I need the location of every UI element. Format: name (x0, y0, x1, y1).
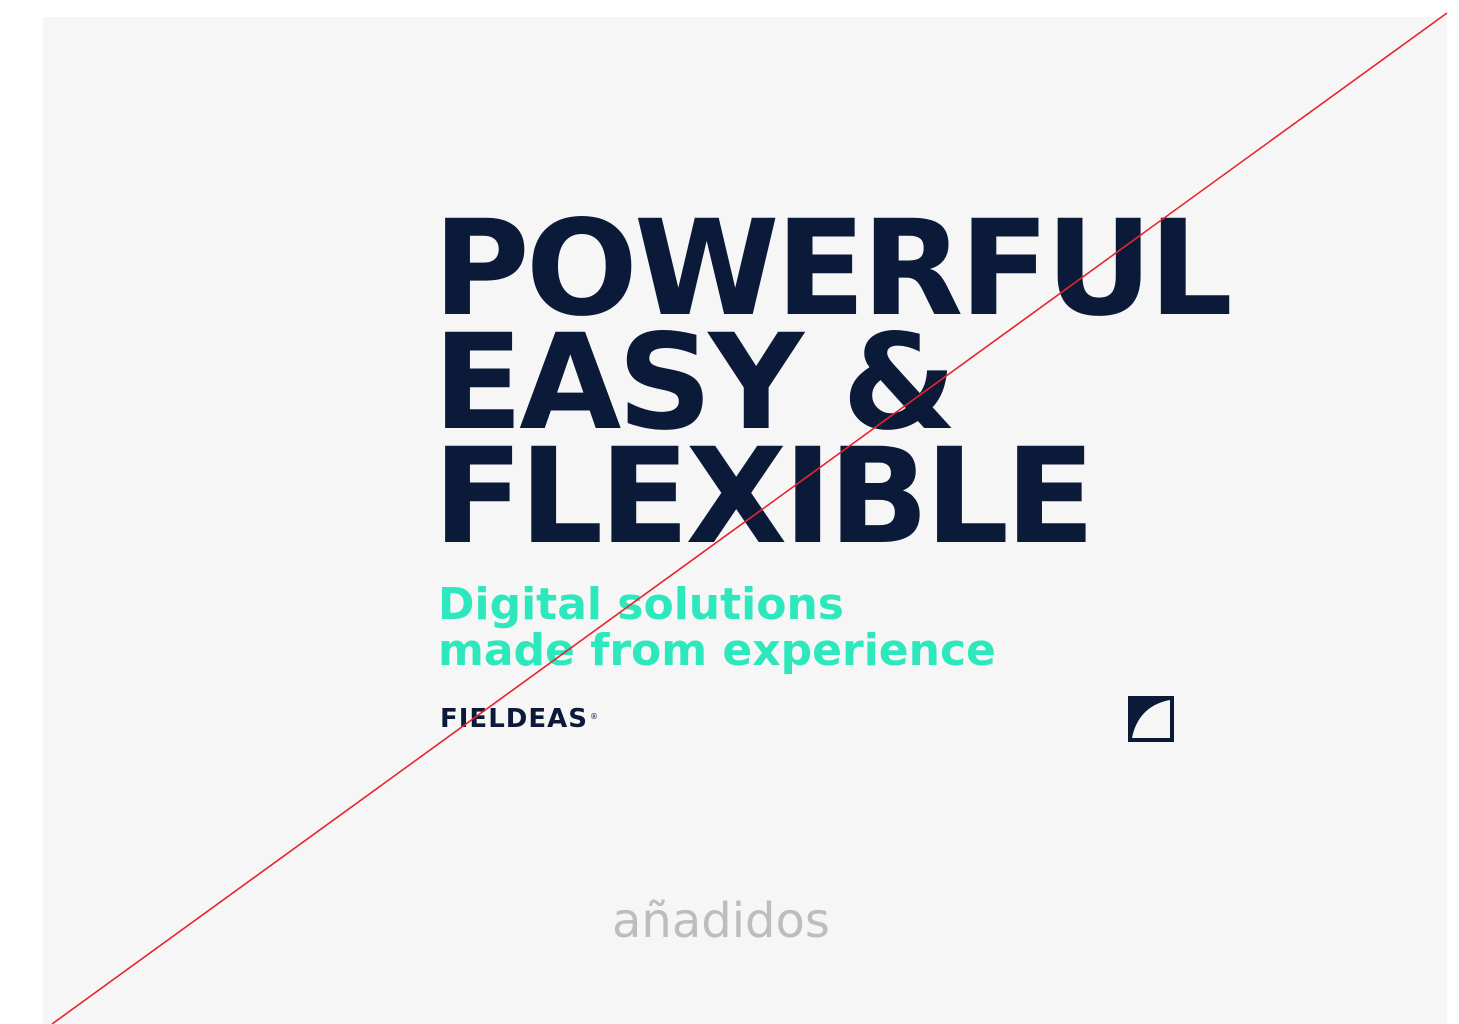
headline-line-3: FLEXIBLE (433, 420, 1095, 574)
brand-name: FIELDEAS (440, 704, 588, 734)
brand-wordmark: FIELDEAS ® (440, 704, 599, 734)
registered-mark: ® (589, 712, 599, 721)
page-canvas: POWERFUL EASY & FLEXIBLE Digital solutio… (0, 0, 1459, 1024)
headline: POWERFUL EASY & FLEXIBLE (433, 203, 1233, 574)
tagline-line-1: Digital solutions (438, 579, 844, 630)
caption-label: añadidos (612, 893, 830, 949)
tagline: Digital solutions made from experience (438, 582, 996, 674)
fieldeas-square-logo-icon (1128, 696, 1174, 742)
tagline-line-2: made from experience (438, 625, 996, 676)
